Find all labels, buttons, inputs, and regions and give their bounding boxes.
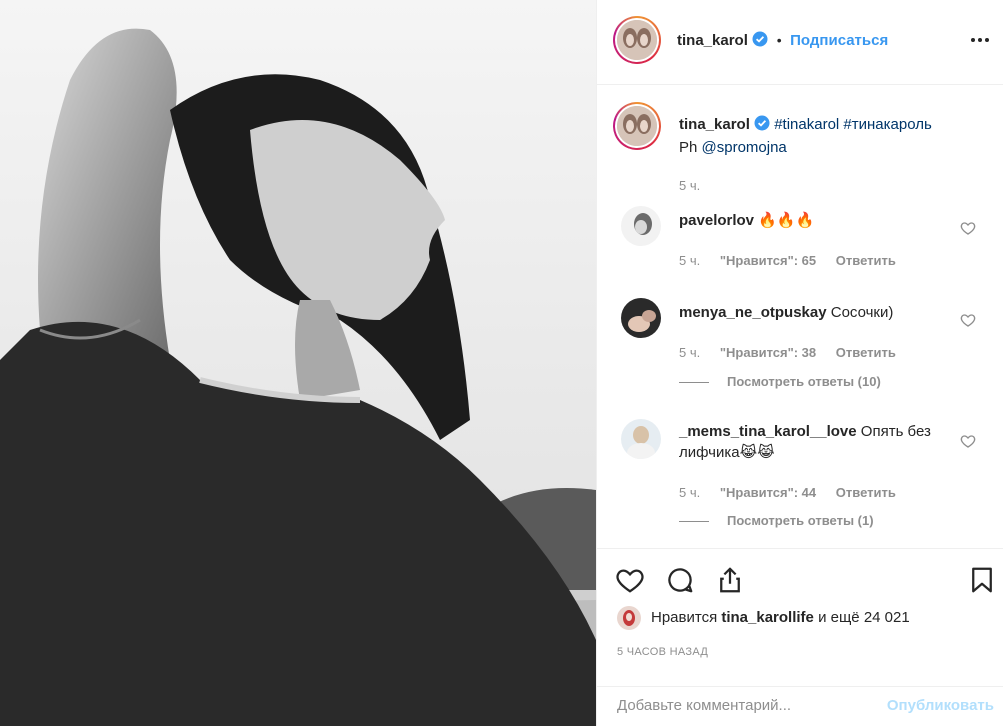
caption-hashtags[interactable]: #tinakarol #тинакароль bbox=[774, 116, 932, 133]
follow-button[interactable]: Подписаться bbox=[790, 32, 888, 49]
caption-avatar[interactable] bbox=[613, 102, 661, 150]
reply-button[interactable]: Ответить bbox=[836, 253, 896, 268]
replies-line bbox=[679, 382, 709, 384]
avatar-image bbox=[617, 606, 641, 630]
comment-text: _mems_tina_karol__love Опять без лифчика… bbox=[679, 421, 944, 463]
header-user-line: tina_karol • Подписаться bbox=[677, 31, 888, 52]
comment-like-heart-icon[interactable] bbox=[960, 220, 976, 236]
caption-prefix: Ph bbox=[679, 139, 702, 156]
comment-time[interactable]: 5 ч. bbox=[679, 485, 700, 500]
post-photo[interactable] bbox=[0, 0, 596, 726]
action-bar bbox=[597, 548, 1003, 608]
comments-list[interactable]: tina_karol #tinakarol #тинакароль Ph @sp… bbox=[597, 86, 1003, 548]
avatar-image bbox=[621, 206, 661, 246]
share-icon[interactable] bbox=[715, 565, 745, 595]
comment-meta: 5 ч. "Нравится": 44 Ответить bbox=[679, 485, 912, 500]
comment-like-heart-icon[interactable] bbox=[960, 433, 976, 449]
reply-button[interactable]: Ответить bbox=[836, 345, 896, 360]
caption: tina_karol #tinakarol #тинакароль Ph @sp… bbox=[613, 102, 984, 193]
caption-username[interactable]: tina_karol bbox=[679, 116, 750, 133]
add-comment-bar: Опубликовать bbox=[597, 686, 1003, 726]
caption-text: tina_karol #tinakarol #тинакароль Ph @sp… bbox=[679, 114, 984, 158]
likes-suffix[interactable]: и ещё 24 021 bbox=[814, 609, 910, 626]
comment-username[interactable]: menya_ne_otpuskay bbox=[679, 304, 827, 321]
comment-input[interactable] bbox=[617, 697, 857, 714]
comment-avatar[interactable] bbox=[621, 298, 661, 338]
comment-bubble-icon[interactable] bbox=[665, 565, 695, 595]
likes-user[interactable]: tina_karollife bbox=[721, 609, 814, 626]
comment-like-heart-icon[interactable] bbox=[960, 312, 976, 328]
post-header: tina_karol • Подписаться bbox=[597, 0, 1003, 85]
liker-avatar[interactable] bbox=[617, 606, 641, 630]
verified-badge-icon bbox=[752, 31, 768, 52]
bookmark-icon[interactable] bbox=[967, 565, 997, 595]
likes-text: Нравится tina_karollife и ещё 24 021 bbox=[651, 609, 910, 626]
comment-meta: 5 ч. "Нравится": 65 Ответить bbox=[679, 253, 912, 268]
comment-time[interactable]: 5 ч. bbox=[679, 345, 700, 360]
heart-icon[interactable] bbox=[615, 565, 645, 595]
view-replies-button[interactable]: Посмотреть ответы (1) bbox=[679, 513, 874, 528]
caption-time[interactable]: 5 ч. bbox=[679, 178, 700, 193]
comment-likes[interactable]: "Нравится": 38 bbox=[720, 345, 816, 360]
comment-likes[interactable]: "Нравится": 65 bbox=[720, 253, 816, 268]
comment-text: pavelorlov 🔥🔥🔥 bbox=[679, 210, 944, 231]
comment-username[interactable]: _mems_tina_karol__love bbox=[679, 423, 857, 440]
post-timestamp[interactable]: 5 ЧАСОВ НАЗАД bbox=[617, 646, 708, 658]
avatar-image bbox=[621, 298, 661, 338]
comment-text: menya_ne_otpuskay Сосочки) bbox=[679, 302, 944, 323]
instagram-post-modal: tina_karol • Подписаться tina_karol #tin… bbox=[0, 0, 1003, 726]
reply-button[interactable]: Ответить bbox=[836, 485, 896, 500]
comment-body: Сосочки) bbox=[830, 304, 894, 321]
verified-badge-icon bbox=[754, 115, 770, 137]
avatar-image bbox=[621, 419, 661, 459]
post-side-panel: tina_karol • Подписаться tina_karol #tin… bbox=[596, 0, 1003, 726]
comment-avatar[interactable] bbox=[621, 419, 661, 459]
view-replies-label: Посмотреть ответы (10) bbox=[727, 374, 881, 389]
comment-time[interactable]: 5 ч. bbox=[679, 253, 700, 268]
comment-item: menya_ne_otpuskay Сосочки) 5 ч. "Нравитс… bbox=[621, 298, 984, 398]
comment-item: pavelorlov 🔥🔥🔥 5 ч. "Нравится": 65 Ответ… bbox=[621, 206, 984, 276]
view-replies-button[interactable]: Посмотреть ответы (10) bbox=[679, 374, 881, 389]
comment-likes[interactable]: "Нравится": 44 bbox=[720, 485, 816, 500]
publish-button[interactable]: Опубликовать bbox=[887, 697, 994, 714]
caption-mention[interactable]: @spromojna bbox=[702, 139, 787, 156]
author-username[interactable]: tina_karol bbox=[677, 32, 748, 49]
replies-line bbox=[679, 521, 709, 523]
avatar-image bbox=[617, 106, 657, 146]
separator-dot: • bbox=[776, 32, 782, 48]
caption-meta: 5 ч. bbox=[679, 178, 716, 193]
comment-avatar[interactable] bbox=[621, 206, 661, 246]
likes-prefix: Нравится bbox=[651, 609, 722, 626]
comment-meta: 5 ч. "Нравится": 38 Ответить bbox=[679, 345, 912, 360]
more-options-icon[interactable] bbox=[968, 28, 992, 52]
comment-body: 🔥🔥🔥 bbox=[758, 212, 815, 229]
post-image bbox=[0, 0, 596, 726]
comment-item: _mems_tina_karol__love Опять без лифчика… bbox=[621, 419, 984, 529]
avatar-image bbox=[617, 20, 657, 60]
author-avatar[interactable] bbox=[613, 16, 661, 64]
comment-username[interactable]: pavelorlov bbox=[679, 212, 754, 229]
view-replies-label: Посмотреть ответы (1) bbox=[727, 513, 874, 528]
